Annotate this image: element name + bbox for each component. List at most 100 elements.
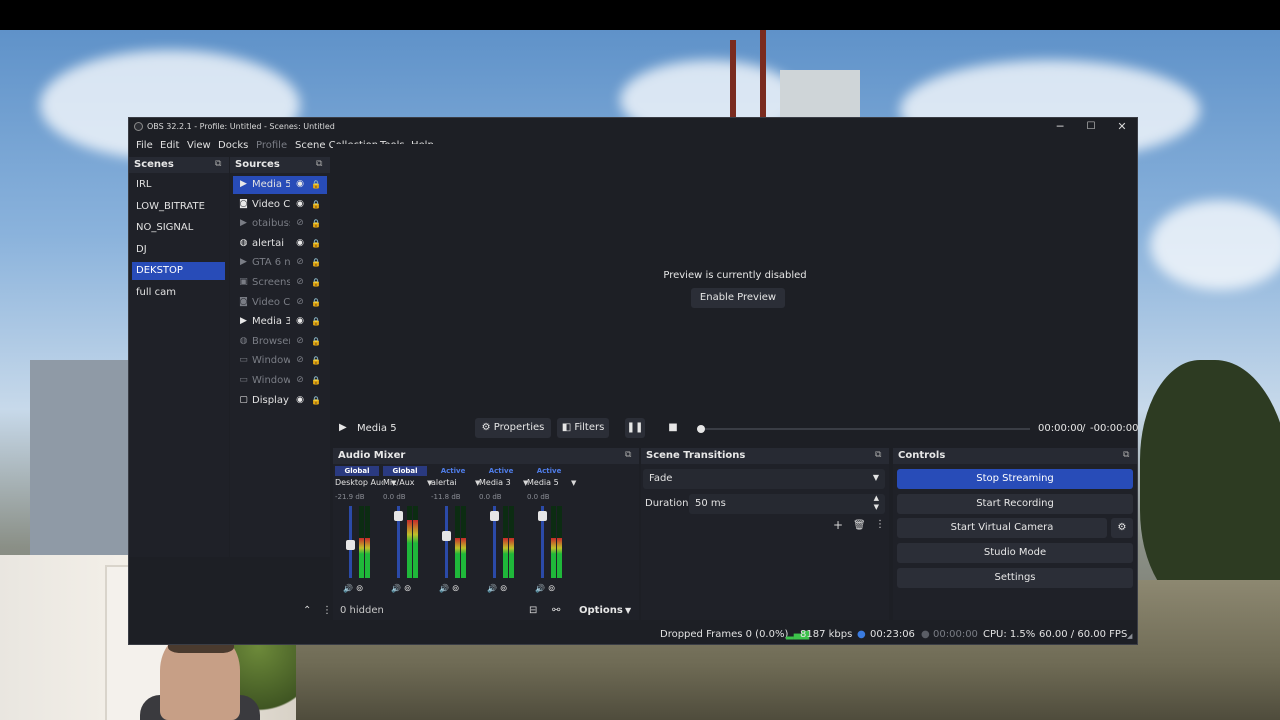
source-item[interactable]: ▶ otaibuss ⊘ 🔒 (233, 215, 327, 233)
monitor-headphones-icon[interactable]: ⊚ (353, 584, 364, 594)
scene-item[interactable]: LOW_BITRATE (132, 198, 225, 216)
preview-area[interactable]: Preview is currently disabled Enable Pre… (333, 144, 1137, 414)
volume-slider-handle[interactable] (490, 510, 499, 521)
media-seek-track[interactable] (697, 425, 1030, 433)
scene-item[interactable]: DEKSTOP (132, 262, 225, 280)
unlock-icon[interactable]: 🔒 (311, 336, 321, 347)
properties-button[interactable]: ⚙ Properties (475, 418, 551, 438)
play-icon[interactable]: ▶ (339, 422, 347, 433)
source-item[interactable]: ◙ Video Ca ◉ 🔒 (233, 196, 327, 214)
unlock-icon[interactable]: 🔒 (311, 218, 321, 229)
chevron-down-icon[interactable]: ▼ (571, 479, 576, 487)
source-item[interactable]: ▢ Display C ◉ 🔒 (233, 392, 327, 410)
unlock-icon[interactable]: 🔒 (311, 355, 321, 366)
eye-slash-icon[interactable]: ⊘ (294, 257, 306, 268)
more-icon[interactable]: ⋮ (322, 605, 332, 616)
monitor-headphones-icon[interactable]: ⊚ (497, 584, 508, 594)
menu-docks[interactable]: Docks (218, 140, 248, 151)
channel-name[interactable]: alertai (431, 478, 479, 490)
speaker-icon[interactable]: 🔊 (391, 584, 401, 593)
source-item[interactable]: ▶ Media 5 ◉ 🔒 (233, 176, 327, 194)
menu-file[interactable]: File (136, 140, 153, 151)
collapse-icon[interactable]: ⌃ (303, 605, 311, 616)
source-item[interactable]: ▭ Window ⊘ 🔒 (233, 372, 327, 390)
scene-item[interactable]: full cam (132, 284, 225, 302)
source-item[interactable]: ◍ Browser ⊘ 🔒 (233, 333, 327, 351)
eye-icon[interactable]: ◉ (294, 395, 306, 406)
source-item[interactable]: ▭ Window ⊘ 🔒 (233, 352, 327, 370)
undock-icon[interactable]: ⧉ (625, 450, 635, 460)
hidden-count[interactable]: 0 hidden (340, 605, 384, 616)
menu-edit[interactable]: Edit (160, 140, 179, 151)
start-virtual-camera-button[interactable]: Start Virtual Camera (897, 518, 1107, 538)
unlock-icon[interactable]: 🔒 (311, 375, 321, 386)
seek-handle[interactable] (697, 425, 705, 433)
title-bar[interactable]: OBS 32.2.1 - Profile: Untitled - Scenes:… (129, 118, 1137, 136)
undock-icon[interactable]: ⧉ (316, 159, 326, 169)
channel-name[interactable]: Media 3 (479, 478, 527, 490)
add-transition-icon[interactable]: + (833, 518, 843, 532)
volume-slider-handle[interactable] (394, 510, 403, 521)
filters-button[interactable]: ◧ Filters (557, 418, 609, 438)
unlock-icon[interactable]: 🔒 (311, 395, 321, 406)
unlock-icon[interactable]: 🔒 (311, 316, 321, 327)
scene-item[interactable]: NO_SIGNAL (132, 219, 225, 237)
unlock-icon[interactable]: 🔒 (311, 199, 321, 210)
volume-slider-handle[interactable] (346, 540, 355, 551)
eye-slash-icon[interactable]: ⊘ (294, 297, 306, 308)
pause-button[interactable]: ❚❚ (625, 418, 645, 438)
speaker-icon[interactable]: 🔊 (535, 584, 545, 593)
speaker-icon[interactable]: 🔊 (439, 584, 449, 593)
maximize-button[interactable]: ☐ (1076, 118, 1106, 136)
source-item[interactable]: ▶ GTA 6 nu ⊘ 🔒 (233, 254, 327, 272)
eye-icon[interactable]: ◉ (294, 199, 306, 210)
monitor-headphones-icon[interactable]: ⊚ (401, 584, 412, 594)
trash-icon[interactable]: 🗑 (853, 520, 866, 531)
eye-slash-icon[interactable]: ⊘ (294, 277, 306, 288)
eye-slash-icon[interactable]: ⊘ (294, 218, 306, 229)
speaker-icon[interactable]: 🔊 (343, 584, 353, 593)
speaker-icon[interactable]: 🔊 (487, 584, 497, 593)
start-recording-button[interactable]: Start Recording (897, 494, 1133, 514)
menu-profile[interactable]: Profile (256, 140, 287, 151)
channel-name[interactable]: Desktop Audio (335, 478, 383, 490)
source-item[interactable]: ▣ Screensh ⊘ 🔒 (233, 274, 327, 292)
scene-item[interactable]: IRL (132, 176, 225, 194)
stop-streaming-button[interactable]: Stop Streaming (897, 469, 1133, 489)
transition-select[interactable]: Fade ▼ (643, 469, 885, 489)
minimize-button[interactable]: ─ (1045, 118, 1075, 136)
source-item[interactable]: ◍ alertai ◉ 🔒 (233, 235, 327, 253)
volume-slider[interactable] (445, 506, 448, 578)
undock-icon[interactable]: ⧉ (1123, 450, 1133, 460)
eye-icon[interactable]: ◉ (294, 316, 306, 327)
unlock-icon[interactable]: 🔒 (311, 277, 321, 288)
eye-slash-icon[interactable]: ⊘ (294, 375, 306, 386)
link-icon[interactable]: ⚯ (552, 605, 560, 616)
source-item[interactable]: ◙ Video Ca ⊘ 🔒 (233, 294, 327, 312)
eye-slash-icon[interactable]: ⊘ (294, 336, 306, 347)
eye-icon[interactable]: ◉ (294, 238, 306, 249)
volume-slider-handle[interactable] (538, 510, 547, 521)
monitor-headphones-icon[interactable]: ⊚ (449, 584, 460, 594)
volume-slider-handle[interactable] (442, 530, 451, 541)
undock-icon[interactable]: ⧉ (215, 159, 225, 169)
unlock-icon[interactable]: 🔒 (311, 179, 321, 190)
options-button[interactable]: Options ▼ (575, 602, 637, 620)
source-item[interactable]: ▶ Media 3 ◉ 🔒 (233, 313, 327, 331)
layout-icon[interactable]: ⊟ (529, 605, 537, 616)
undock-icon[interactable]: ⧉ (875, 450, 885, 460)
lock-icon[interactable]: 🔒 (311, 257, 321, 268)
virtual-camera-settings-gear-icon[interactable]: ⚙ (1111, 518, 1133, 538)
unlock-icon[interactable]: 🔒 (311, 238, 321, 249)
eye-icon[interactable]: ◉ (294, 179, 306, 190)
duration-field[interactable]: 50 ms ▲ ▼ (689, 494, 885, 514)
studio-mode-button[interactable]: Studio Mode (897, 543, 1133, 563)
eye-slash-icon[interactable]: ⊘ (294, 355, 306, 366)
close-button[interactable]: ✕ (1107, 118, 1137, 136)
more-icon[interactable]: ⋮ (875, 519, 885, 530)
monitor-headphones-icon[interactable]: ⊚ (545, 584, 556, 594)
enable-preview-button[interactable]: Enable Preview (691, 288, 785, 308)
stop-button[interactable]: ■ (663, 418, 683, 438)
menu-view[interactable]: View (187, 140, 211, 151)
unlock-icon[interactable]: 🔒 (311, 297, 321, 308)
